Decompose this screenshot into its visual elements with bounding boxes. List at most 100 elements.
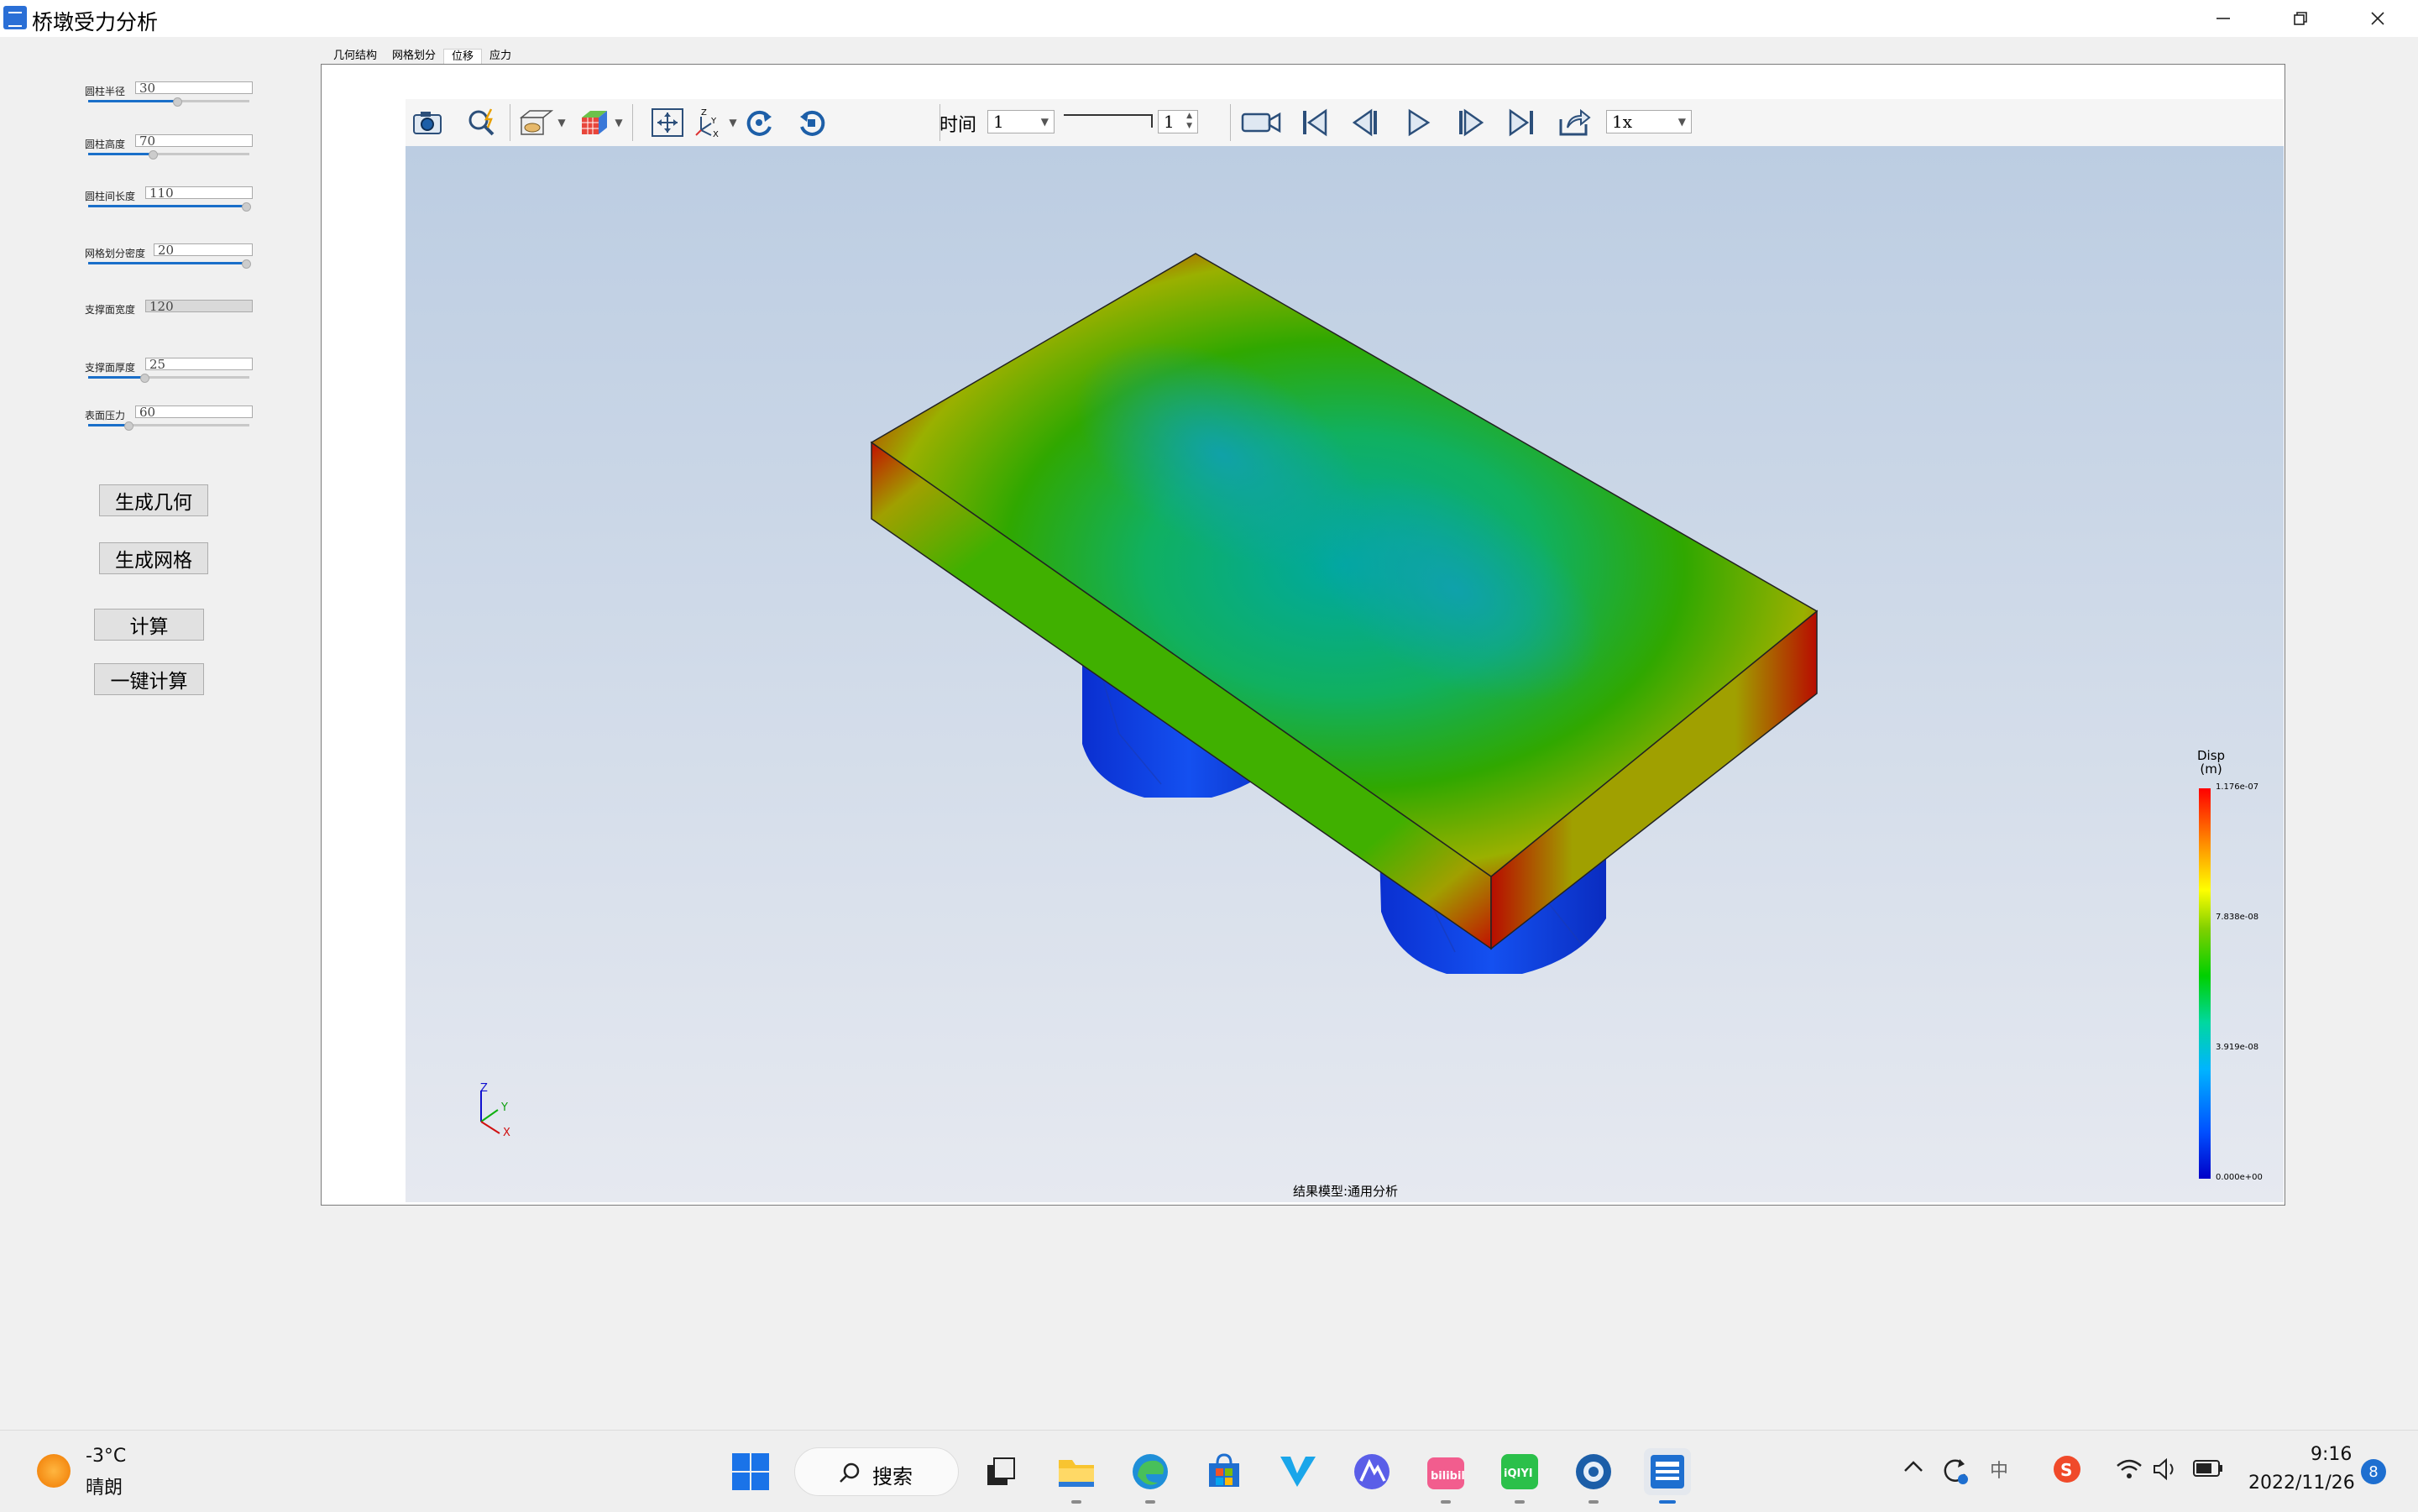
3d-viewport[interactable]: Z Y X Disp (m) 1.176e-07 7.838e-08 3.919e-… <box>406 146 2284 1202</box>
param-label: 圆柱高度 <box>85 139 126 150</box>
param-slider[interactable] <box>88 97 249 107</box>
ms-store-icon[interactable] <box>1201 1448 1248 1495</box>
v-app-icon[interactable] <box>1274 1448 1322 1495</box>
edge-icon[interactable] <box>1127 1448 1174 1504</box>
slider-thumb[interactable] <box>242 259 252 269</box>
color-cube-icon[interactable] <box>575 106 612 139</box>
chevron-down-icon[interactable]: ▼ <box>610 106 627 139</box>
tab-stress[interactable]: 应力 <box>482 49 519 64</box>
param-cylinder-radius: 圆柱半径 30 <box>85 81 253 109</box>
legend-colorbar <box>2199 788 2211 1179</box>
fit-view-icon[interactable] <box>649 106 686 139</box>
minimize-button[interactable] <box>2185 0 2262 37</box>
slider-thumb[interactable] <box>242 202 252 212</box>
wifi-icon[interactable] <box>2116 1457 2143 1486</box>
running-indicator <box>1071 1500 1081 1504</box>
file-explorer-icon[interactable] <box>1053 1448 1100 1504</box>
restore-button[interactable] <box>2262 0 2339 37</box>
camera-icon[interactable] <box>409 106 446 139</box>
slider-fill <box>88 262 247 264</box>
param-slider[interactable] <box>88 374 249 383</box>
slider-thumb[interactable] <box>124 421 133 431</box>
taskbar: -3°C 晴朗 搜索 bilibili iQIYI 中 S 9:16 2022/… <box>0 1430 2418 1512</box>
param-value-field[interactable]: 60 <box>135 405 253 419</box>
generate-mesh-button[interactable]: 生成网格 <box>99 542 208 574</box>
axis-triad <box>480 1091 500 1134</box>
compute-button[interactable]: 计算 <box>94 609 204 641</box>
display-mode-icon[interactable] <box>518 106 555 139</box>
param-slider[interactable] <box>88 259 252 269</box>
bilibili-icon[interactable]: bilibili <box>1422 1448 1469 1504</box>
svg-text:Y: Y <box>710 117 717 126</box>
chevron-down-icon[interactable]: ▼ <box>725 106 741 139</box>
record-video-icon[interactable] <box>1240 106 1282 139</box>
param-value-field[interactable]: 110 <box>145 186 253 200</box>
one-click-compute-button[interactable]: 一键计算 <box>94 663 204 695</box>
task-view-icon[interactable] <box>977 1448 1024 1495</box>
param-cylinder-height: 圆柱高度 70 <box>85 134 253 162</box>
tab-mesh[interactable]: 网格划分 <box>385 49 443 64</box>
windows-start-icon[interactable] <box>727 1448 774 1495</box>
next-frame-icon[interactable] <box>1452 106 1489 139</box>
frame-spinbox[interactable]: 1 ▲ ▼ <box>1158 110 1198 133</box>
param-value-field[interactable]: 30 <box>135 81 253 95</box>
restore-icon <box>2294 12 2307 25</box>
first-frame-icon[interactable] <box>1295 106 1332 139</box>
volume-icon[interactable] <box>2153 1457 2180 1486</box>
prev-frame-icon[interactable] <box>1348 106 1384 139</box>
param-slider[interactable] <box>88 150 249 160</box>
viewer-toolbar: ▼ ▼ ZYX ▼ 时间 1 ▼ 1 ▲ ▼ 1x ▼ <box>406 99 2284 147</box>
svg-text:S: S <box>2060 1460 2072 1480</box>
close-button[interactable] <box>2339 0 2416 37</box>
slider-thumb[interactable] <box>172 97 182 107</box>
weather-temp[interactable]: -3°C <box>86 1446 126 1467</box>
svg-text:X: X <box>713 130 719 139</box>
a-app-icon[interactable] <box>1348 1448 1395 1495</box>
play-icon[interactable] <box>1400 106 1437 139</box>
clock-time[interactable]: 9:16 <box>2311 1444 2352 1465</box>
param-value-field[interactable]: 20 <box>154 243 253 257</box>
slider-fill <box>88 100 177 102</box>
close-icon <box>2371 12 2384 25</box>
export-icon[interactable] <box>1556 106 1593 139</box>
battery-icon[interactable] <box>2193 1459 2223 1483</box>
param-support-width: 支撑面宽度 120 <box>85 300 253 327</box>
weather-desc[interactable]: 晴朗 <box>86 1473 123 1499</box>
zoom-icon[interactable] <box>464 106 501 139</box>
axes-icon[interactable]: ZYX <box>689 106 726 139</box>
legend-tick-label: 3.919e-08 <box>2216 1043 2259 1052</box>
parameter-panel: 圆柱半径 30 圆柱高度 70 圆柱间长度 110 网格划分密度 20 支撑面宽… <box>0 37 319 1431</box>
sogou-ime-icon[interactable]: S <box>2052 1454 2082 1489</box>
chevron-down-icon[interactable]: ▼ <box>553 106 570 139</box>
param-label: 圆柱半径 <box>85 86 126 97</box>
iqiyi-icon[interactable]: iQIYI <box>1496 1448 1543 1504</box>
tab-displacement[interactable]: 位移 <box>443 49 483 64</box>
axis-label-y: Y <box>501 1101 508 1114</box>
rotate-cw-icon[interactable] <box>741 106 778 139</box>
tab-geometry[interactable]: 几何结构 <box>326 49 385 64</box>
param-value-field[interactable]: 25 <box>145 358 253 371</box>
time-slider[interactable] <box>1064 114 1153 128</box>
ime-indicator[interactable]: 中 <box>1990 1456 2008 1483</box>
param-label: 支撑面宽度 <box>85 304 136 316</box>
param-slider[interactable] <box>88 421 249 431</box>
bridge-app-icon[interactable] <box>1644 1448 1691 1504</box>
notification-badge[interactable]: 8 <box>2361 1459 2386 1484</box>
slider-thumb[interactable] <box>140 374 150 383</box>
search-box[interactable]: 搜索 <box>794 1447 959 1496</box>
last-frame-icon[interactable] <box>1504 106 1541 139</box>
slider-thumb[interactable] <box>148 150 158 160</box>
playback-speed-select[interactable]: 1x ▼ <box>1606 110 1692 133</box>
slider-fill <box>88 376 145 379</box>
app-icon <box>3 6 27 29</box>
generate-geometry-button[interactable]: 生成几何 <box>99 484 208 516</box>
clock-date[interactable]: 2022/11/26 <box>2248 1473 2355 1494</box>
rotate-ccw-icon[interactable] <box>793 106 830 139</box>
chevron-up-icon[interactable] <box>1902 1456 1924 1483</box>
param-slider[interactable] <box>88 202 252 212</box>
time-select[interactable]: 1 ▼ <box>987 110 1055 133</box>
steam-like-icon[interactable] <box>1570 1448 1617 1504</box>
param-value-field[interactable]: 70 <box>135 134 253 148</box>
running-indicator <box>1145 1500 1155 1504</box>
sync-icon[interactable] <box>1939 1456 1970 1491</box>
